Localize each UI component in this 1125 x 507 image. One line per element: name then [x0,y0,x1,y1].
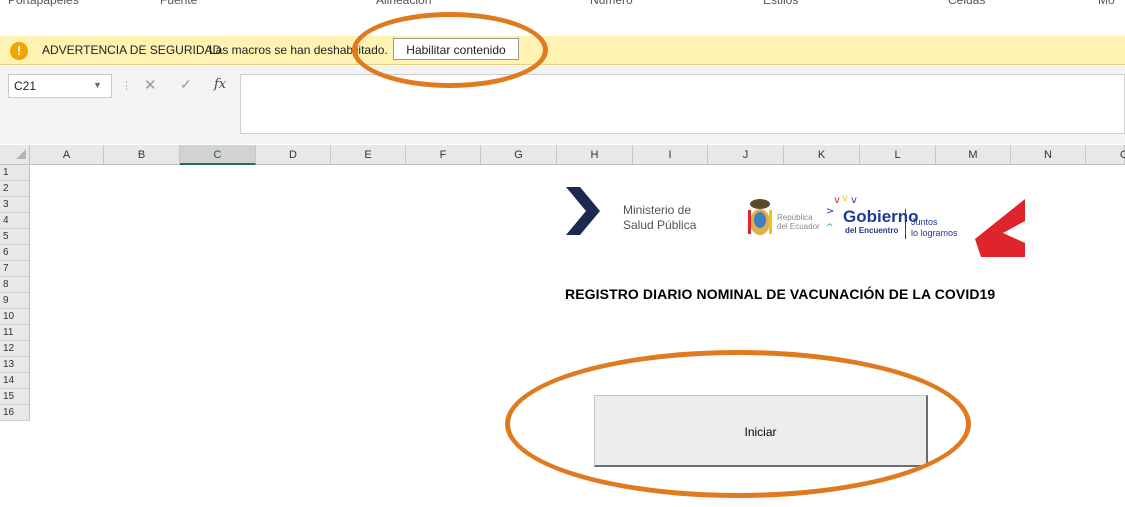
ribbon-group-number[interactable]: Número [590,0,633,9]
gobierno-wordmark: Gobierno [843,207,919,226]
svg-text:v: v [842,194,848,204]
formula-input[interactable] [240,74,1125,134]
column-header-m[interactable]: M [936,145,1011,165]
formula-bar-separator-icon: ⋮ [121,80,132,92]
insert-function-icon[interactable]: fx [214,77,226,92]
enter-icon[interactable]: ✓ [180,76,192,93]
column-header-i[interactable]: I [633,145,708,165]
row-header-11[interactable]: 11 [0,325,30,341]
republic-text-line2: del Ecuador [777,222,820,231]
column-header-h[interactable]: H [557,145,633,165]
row-header-2[interactable]: 2 [0,181,30,197]
warning-icon: ! [10,42,28,60]
column-header-f[interactable]: F [406,145,481,165]
row-header-7[interactable]: 7 [0,261,30,277]
start-button[interactable]: Iniciar [594,395,928,467]
row-header-5[interactable]: 5 [0,229,30,245]
row-header-12[interactable]: 12 [0,341,30,357]
svg-text:^: ^ [826,223,834,233]
row-header-10[interactable]: 10 [0,309,30,325]
ribbon-group-cells[interactable]: Celdas [948,0,985,9]
svg-text:v: v [834,195,840,206]
red-chevron-logo-icon [975,199,1025,257]
row-header-9[interactable]: 9 [0,293,30,309]
row-header-15[interactable]: 15 [0,389,30,405]
name-box-dropdown-icon[interactable]: ▼ [93,80,102,90]
column-header-o[interactable]: O [1086,145,1125,165]
ribbon-group-clipboard[interactable]: Portapapeles [8,0,79,9]
slogan-line1: Juntos [911,217,938,227]
svg-text:v: v [851,195,857,206]
ribbon-group-modify[interactable]: Mo [1098,0,1115,9]
encuentro-wordmark: del Encuentro [845,226,899,235]
column-header-a[interactable]: A [30,145,104,165]
security-warning-title: ADVERTENCIA DE SEGURIDAD [42,43,222,57]
column-header-k[interactable]: K [784,145,860,165]
column-header-e[interactable]: E [331,145,406,165]
republic-text-line1: República [777,213,813,222]
select-all-triangle-icon [16,149,26,159]
column-header-b[interactable]: B [104,145,180,165]
page-title: REGISTRO DIARIO NOMINAL DE VACUNACIÓN DE… [565,286,996,302]
slogan-line2: lo logramos [911,228,958,238]
row-header-3[interactable]: 3 [0,197,30,213]
ministry-name-line2: Salud Pública [623,218,697,232]
coat-of-arms-icon [748,199,772,235]
column-header-d[interactable]: D [256,145,331,165]
row-header-6[interactable]: 6 [0,245,30,261]
ribbon-group-alignment[interactable]: Alineación [376,0,431,9]
row-header-4[interactable]: 4 [0,213,30,229]
ribbon-group-styles[interactable]: Estilos [763,0,798,9]
column-header-g[interactable]: G [481,145,557,165]
security-warning-message: Las macros se han deshabilitado. [209,43,388,57]
row-header-14[interactable]: 14 [0,373,30,389]
logo-divider [905,209,906,239]
row-header-16[interactable]: 16 [0,405,30,421]
cancel-icon[interactable]: ✕ [144,76,157,94]
column-header-c[interactable]: C [180,145,256,165]
column-header-n[interactable]: N [1011,145,1086,165]
column-header-j[interactable]: J [708,145,784,165]
ribbon-group-font[interactable]: Fuente [160,0,197,9]
enable-content-button[interactable]: Habilitar contenido [393,38,519,60]
row-header-1[interactable]: 1 [0,165,30,181]
column-header-l[interactable]: L [860,145,936,165]
ministry-chevron-logo-icon [566,187,600,235]
ministry-name-line1: Ministerio de [623,203,692,217]
row-header-8[interactable]: 8 [0,277,30,293]
svg-text:>: > [826,206,834,217]
row-header-13[interactable]: 13 [0,357,30,373]
